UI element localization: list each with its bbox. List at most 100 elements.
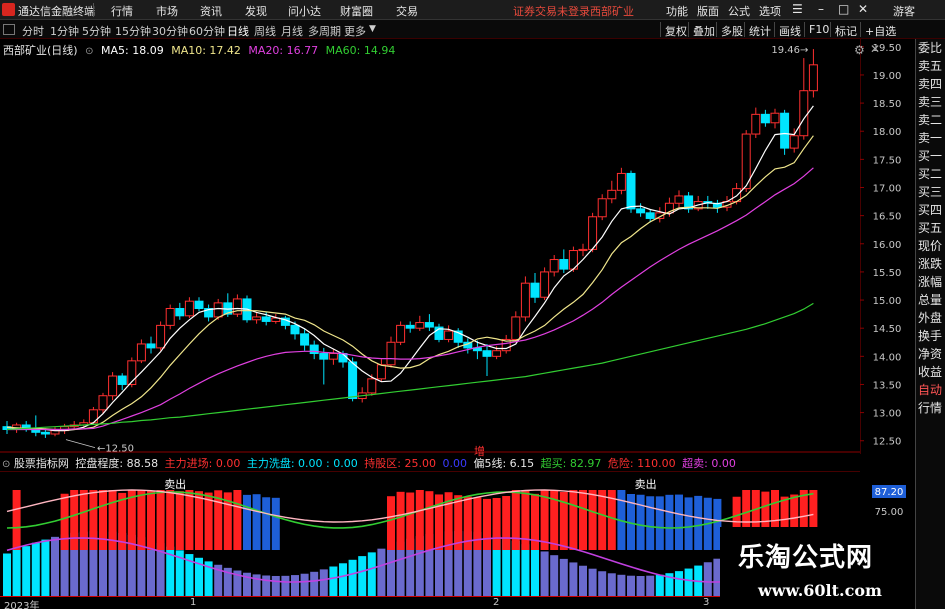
tool-overlay[interactable]: 叠加 [688,22,719,38]
legend-toggle-icon[interactable]: ⊙ [85,46,93,57]
period-tab-15min[interactable]: 15分钟 [115,23,151,39]
period-tab-1min[interactable]: 1分钟 [50,23,79,39]
period-tab-more[interactable]: 更多 [344,23,366,39]
candle-up [108,375,118,397]
strength-bar [694,495,703,550]
cm-label: 超买: [540,457,567,470]
period-toolbar: 分时 1分钟 5分钟 15分钟 30分钟 60分钟 日线 周线 月线 多周期 更… [0,20,945,39]
strength-bar [262,497,271,550]
sidebar-item-7[interactable]: 买二 [916,165,945,183]
menu-item-discover[interactable]: 发现 [245,3,267,19]
period-tab-60min[interactable]: 60分钟 [189,23,225,39]
tool-f10[interactable]: F10 [804,22,833,37]
menu-item-layout[interactable]: 版面 [697,3,719,19]
strength-bar [502,496,511,550]
menu-item-trade[interactable]: 交易 [396,3,418,19]
price-chart[interactable]: ←12.50 19.46→ [0,39,860,454]
chart-settings-icon[interactable]: ⚙ [854,43,865,57]
strength-bar [425,491,434,550]
indicator-toggle-icon[interactable]: ⊙ [2,459,10,470]
strength-bar [588,490,597,550]
menu-item-options[interactable]: 选项 [759,3,781,19]
sidebar-item-0[interactable]: 委比 [916,39,945,57]
tool-restore-rights[interactable]: 复权 [660,22,691,38]
sidebar-item-16[interactable]: 换手 [916,327,945,345]
sidebar-item-13[interactable]: 涨幅 [916,273,945,291]
low-pointer [65,439,96,449]
period-tab-5min[interactable]: 5分钟 [82,23,111,39]
candle-down [636,208,646,214]
volume-bar [367,552,376,596]
sidebar-item-10[interactable]: 买五 [916,219,945,237]
tool-add-watchlist[interactable]: +自选 [860,22,900,38]
volume-bar [617,574,626,596]
volume-bar [377,548,386,596]
volume-bar [310,571,319,596]
menu-item-formula[interactable]: 公式 [728,3,750,19]
sidebar-item-14[interactable]: 总量 [916,291,945,309]
app-logo-icon [2,3,15,16]
layout-icon[interactable] [3,24,15,35]
volume-bar [540,551,549,596]
cmai-value: 0.00 [711,457,736,470]
strength-bar [233,490,242,550]
minimize-icon[interactable]: – [818,2,824,16]
menu-item-quotes[interactable]: 行情 [111,3,133,19]
app-title: 通达信金融终端 [18,5,95,18]
menu-item-news[interactable]: 资讯 [200,3,222,19]
zlxp-label: 主力洗盘: [246,457,295,470]
sidebar-item-8[interactable]: 买三 [916,183,945,201]
strength-bar [127,490,136,550]
period-tab-weekly[interactable]: 周线 [254,23,276,39]
sidebar-item-3[interactable]: 卖三 [916,93,945,111]
tool-statistics[interactable]: 统计 [744,22,775,38]
tool-draw[interactable]: 画线 [774,22,805,38]
menu-item-market[interactable]: 市场 [156,3,178,19]
strength-bar [387,496,395,550]
tool-multi-stock[interactable]: 多股 [716,22,747,38]
sidebar-item-17[interactable]: 净资 [916,345,945,363]
sidebar-item-5[interactable]: 卖一 [916,129,945,147]
menu-item-function[interactable]: 功能 [666,3,688,19]
menu-item-ask[interactable]: 问小达 [288,3,321,19]
period-tab-monthly[interactable]: 月线 [281,23,303,39]
period-tab-30min[interactable]: 30分钟 [152,23,188,39]
sidebar-item-6[interactable]: 买一 [916,147,945,165]
sidebar-item-9[interactable]: 买四 [916,201,945,219]
y-tick-label: 18.50 [873,99,902,110]
candle-up [616,172,626,191]
more-dropdown-icon[interactable]: ▼ [369,24,376,34]
sidebar-item-19[interactable]: 自动 [916,381,945,399]
chart-close-icon[interactable]: ✕ [870,42,880,56]
window-menu-icon[interactable]: ☰ [792,2,803,16]
period-tab-intraday[interactable]: 分时 [22,23,44,39]
volume-bar [271,575,280,596]
sidebar-item-20[interactable]: 行情 [916,399,945,417]
date-label-year: 2023年 [4,601,40,609]
menu-item-wealth[interactable]: 财富圈 [340,3,373,19]
period-tab-daily[interactable]: 日线 [227,23,249,39]
sidebar-item-11[interactable]: 现价 [916,237,945,255]
menu-separator [93,3,94,17]
sidebar-item-2[interactable]: 卖四 [916,75,945,93]
strength-bar [70,490,79,550]
period-tab-multi[interactable]: 多周期 [308,23,341,39]
volume-bar [636,575,645,596]
close-icon[interactable]: ✕ [858,2,868,16]
watermark: 乐淘公式网 www.60lt.com [720,527,915,609]
guest-label[interactable]: 游客 [893,3,915,19]
volume-bar [675,571,683,596]
date-label-jan: 1 [190,597,197,608]
menu-bar: 通达信金融终端 行情 市场 资讯 发现 问小达 财富圈 交易 证券交易未登录 西… [0,0,945,20]
sidebar-item-4[interactable]: 卖二 [916,111,945,129]
sidebar-item-18[interactable]: 收益 [916,363,945,381]
sidebar-item-1[interactable]: 卖五 [916,57,945,75]
volume-bar [22,546,31,596]
tool-mark[interactable]: 标记 [830,22,861,38]
sidebar-item-15[interactable]: 外盘 [916,309,945,327]
candle-up [770,112,780,124]
sidebar-item-12[interactable]: 涨跌 [916,255,945,273]
maximize-icon[interactable]: □ [838,2,849,16]
candle-up [386,341,396,366]
login-notice[interactable]: 证券交易未登录 [513,3,590,19]
